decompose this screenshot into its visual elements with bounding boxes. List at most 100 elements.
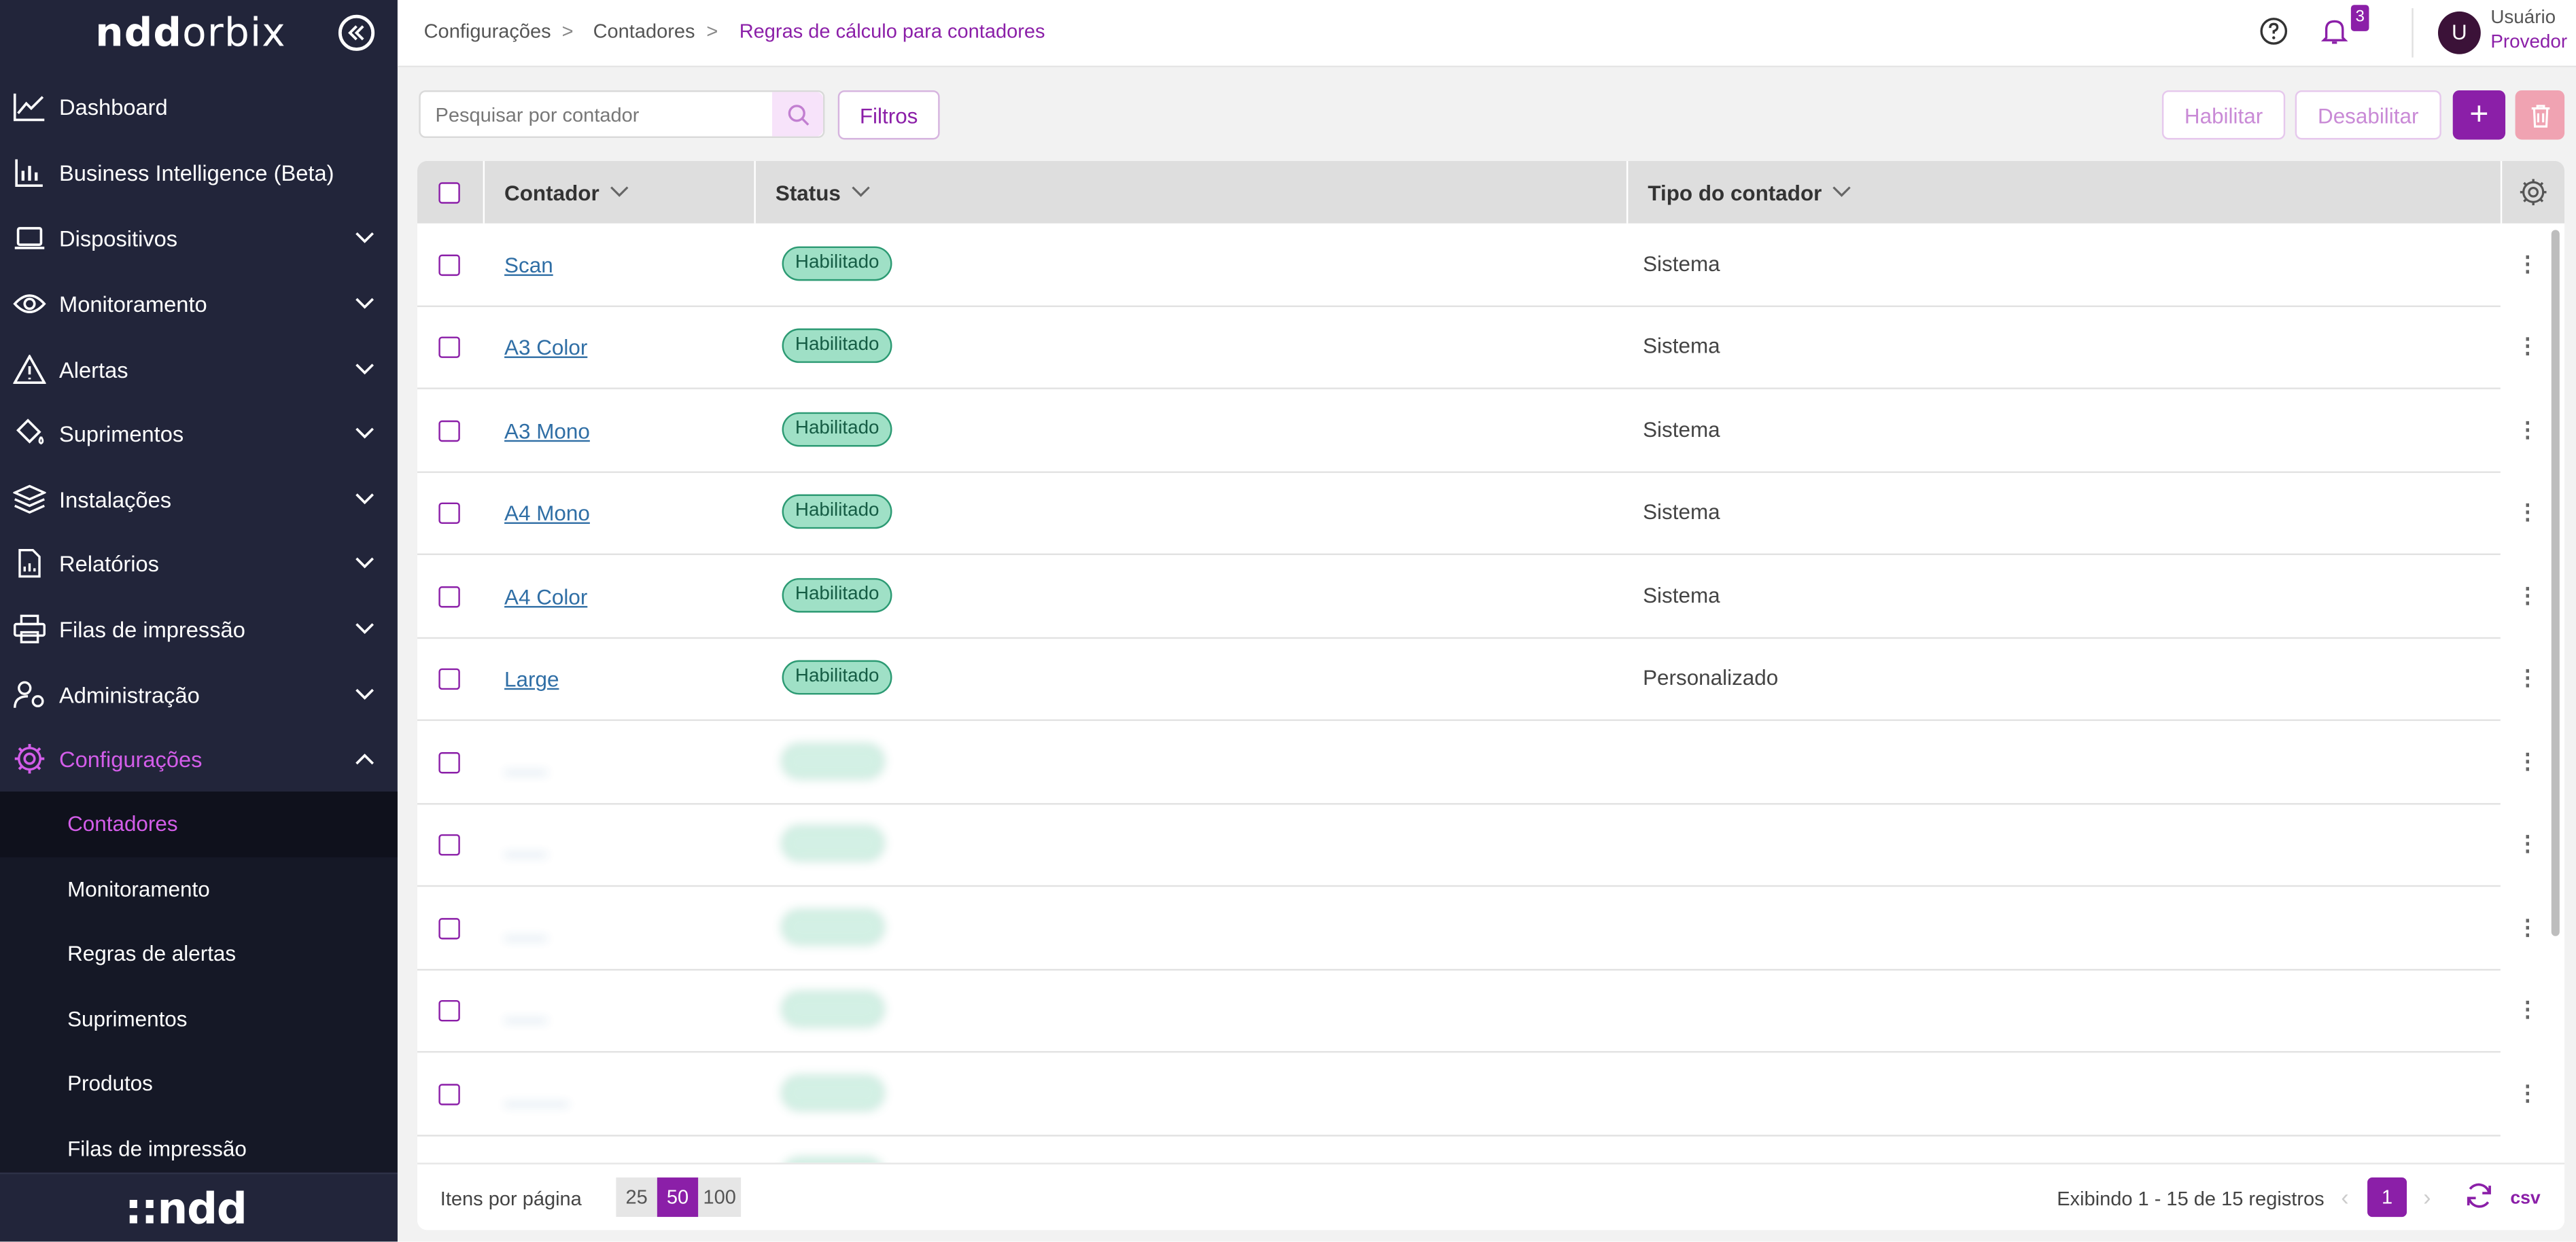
counter-type-placeholder (1643, 749, 1750, 773)
delete-button[interactable] (2515, 90, 2565, 140)
row-actions-kebab-icon[interactable]: ⋮ (2517, 831, 2538, 857)
eye-icon (13, 287, 46, 320)
counter-name-link[interactable]: A4 Color (504, 584, 587, 609)
export-csv-button[interactable]: csv (2510, 1189, 2540, 1209)
sidebar-item-business-intelligence[interactable]: Business Intelligence (Beta) (0, 139, 398, 205)
row-actions-kebab-icon[interactable]: ⋮ (2517, 749, 2538, 775)
sidebar-item-filas-de-impressao[interactable]: Filas de impressão (0, 596, 398, 662)
sidebar-item-administracao[interactable]: Administração (0, 662, 398, 728)
submenu-item-label: Filas de impressão (67, 1136, 247, 1161)
column-header-label: Contador (504, 179, 599, 205)
search-button[interactable] (772, 92, 823, 137)
row-checkbox[interactable] (438, 502, 460, 525)
chevron-down-icon (355, 427, 374, 439)
per-page-option-50[interactable]: 50 (657, 1177, 699, 1218)
counter-name-placeholder (504, 917, 547, 941)
sidebar-item-configuracoes[interactable]: Configurações (0, 726, 398, 792)
counter-type-placeholder (1643, 915, 1750, 939)
row-checkbox[interactable] (438, 586, 460, 608)
row-checkbox[interactable] (438, 1084, 460, 1105)
sidebar-item-label: Monitoramento (59, 291, 207, 317)
status-badge: Habilitado (782, 412, 892, 447)
sidebar-item-dashboard[interactable]: Dashboard (0, 74, 398, 140)
row-actions-kebab-icon[interactable]: ⋮ (2517, 915, 2538, 941)
user-name[interactable]: Usuário (2490, 8, 2556, 28)
per-page-option-25[interactable]: 25 (616, 1177, 657, 1218)
search-input[interactable] (435, 99, 764, 132)
sidebar-item-dispositivos[interactable]: Dispositivos (0, 205, 398, 271)
row-actions-kebab-icon[interactable]: ⋮ (2517, 997, 2538, 1023)
sidebar-item-suprimentos[interactable]: Suprimentos (0, 401, 398, 467)
breadcrumb-configuracoes[interactable]: Configurações (424, 20, 551, 43)
avatar[interactable]: U (2437, 11, 2481, 54)
user-role: Provedor (2490, 33, 2568, 53)
row-checkbox[interactable] (438, 918, 460, 940)
table-row-loading (417, 721, 2501, 805)
row-checkbox[interactable] (438, 668, 460, 690)
row-checkbox[interactable] (438, 752, 460, 774)
breadcrumb-separator: > (706, 20, 718, 43)
sidebar-item-monitoramento[interactable]: Monitoramento (0, 271, 398, 337)
column-divider (483, 160, 485, 224)
per-page-option-100[interactable]: 100 (698, 1177, 742, 1218)
row-actions-kebab-icon[interactable]: ⋮ (2517, 417, 2538, 444)
row-checkbox[interactable] (438, 254, 460, 277)
table-row-loading (417, 1052, 2501, 1137)
select-all-checkbox[interactable] (438, 181, 460, 203)
enable-button[interactable]: Habilitar (2161, 90, 2286, 140)
row-actions-kebab-icon[interactable]: ⋮ (2517, 1080, 2538, 1107)
row-actions-kebab-icon[interactable]: ⋮ (2517, 583, 2538, 609)
submenu-item-suprimentos[interactable]: Suprimentos (0, 987, 398, 1053)
column-settings-gear-icon[interactable] (2518, 177, 2548, 207)
submenu-item-contadores[interactable]: Contadores (0, 792, 398, 857)
row-checkbox[interactable] (438, 1000, 460, 1022)
row-actions-kebab-icon[interactable]: ⋮ (2517, 334, 2538, 360)
row-checkbox[interactable] (438, 834, 460, 856)
printer-icon (13, 613, 46, 645)
filters-button[interactable]: Filtros (837, 90, 940, 140)
row-checkbox[interactable] (438, 420, 460, 442)
row-actions-kebab-icon[interactable]: ⋮ (2517, 499, 2538, 526)
submenu-item-produtos[interactable]: Produtos (0, 1051, 398, 1117)
row-checkbox[interactable] (438, 336, 460, 358)
column-header-tipo[interactable]: Tipo do contador (1648, 161, 1851, 224)
help-icon[interactable] (2259, 16, 2289, 46)
page-number-current[interactable]: 1 (2367, 1177, 2407, 1218)
collapse-sidebar-button[interactable] (338, 14, 375, 51)
chart-line-icon (13, 90, 46, 123)
counter-name-link[interactable]: A4 Mono (504, 501, 590, 525)
refresh-icon[interactable] (2465, 1181, 2494, 1211)
next-page-icon[interactable]: › (2423, 1184, 2431, 1211)
chevron-down-icon (1832, 186, 1851, 197)
counter-name-placeholder (504, 751, 547, 775)
prev-page-icon[interactable]: ‹ (2341, 1184, 2348, 1211)
sidebar-item-alertas[interactable]: Alertas (0, 337, 398, 403)
submenu-item-regras-de-alertas[interactable]: Regras de alertas (0, 921, 398, 987)
sidebar-footer: ::ndd (0, 1172, 398, 1242)
counter-name-link[interactable]: Scan (504, 253, 553, 277)
counter-name-link[interactable]: A3 Color (504, 335, 587, 359)
table-row: A4 Color Habilitado Sistema (417, 555, 2501, 639)
laptop-icon (13, 221, 46, 254)
row-actions-kebab-icon[interactable]: ⋮ (2517, 251, 2538, 278)
submenu-item-label: Monitoramento (67, 876, 210, 902)
counter-type: Personalizado (1643, 664, 1779, 690)
submenu-item-monitoramento[interactable]: Monitoramento (0, 857, 398, 923)
row-actions-kebab-icon[interactable]: ⋮ (2517, 665, 2538, 692)
bell-icon[interactable] (2320, 16, 2350, 46)
table-scrollbar[interactable] (2551, 230, 2560, 936)
counter-name-link[interactable]: Large (504, 667, 559, 691)
sidebar-item-relatorios[interactable]: Relatórios (0, 531, 398, 597)
counter-name-link[interactable]: A3 Mono (504, 419, 590, 443)
breadcrumb-contadores[interactable]: Contadores (593, 20, 695, 43)
status-badge: Habilitado (782, 494, 892, 529)
disable-button[interactable]: Desabilitar (2295, 90, 2441, 140)
status-badge: Habilitado (782, 246, 892, 281)
sidebar-item-label: Instalações (59, 486, 172, 512)
column-header-status[interactable]: Status (776, 161, 871, 224)
sidebar-item-instalacoes[interactable]: Instalações (0, 466, 398, 532)
sidebar-item-label: Alertas (59, 357, 128, 382)
add-button[interactable]: + (2452, 90, 2506, 140)
notification-count-badge: 3 (2350, 5, 2369, 31)
column-header-contador[interactable]: Contador (504, 161, 629, 224)
